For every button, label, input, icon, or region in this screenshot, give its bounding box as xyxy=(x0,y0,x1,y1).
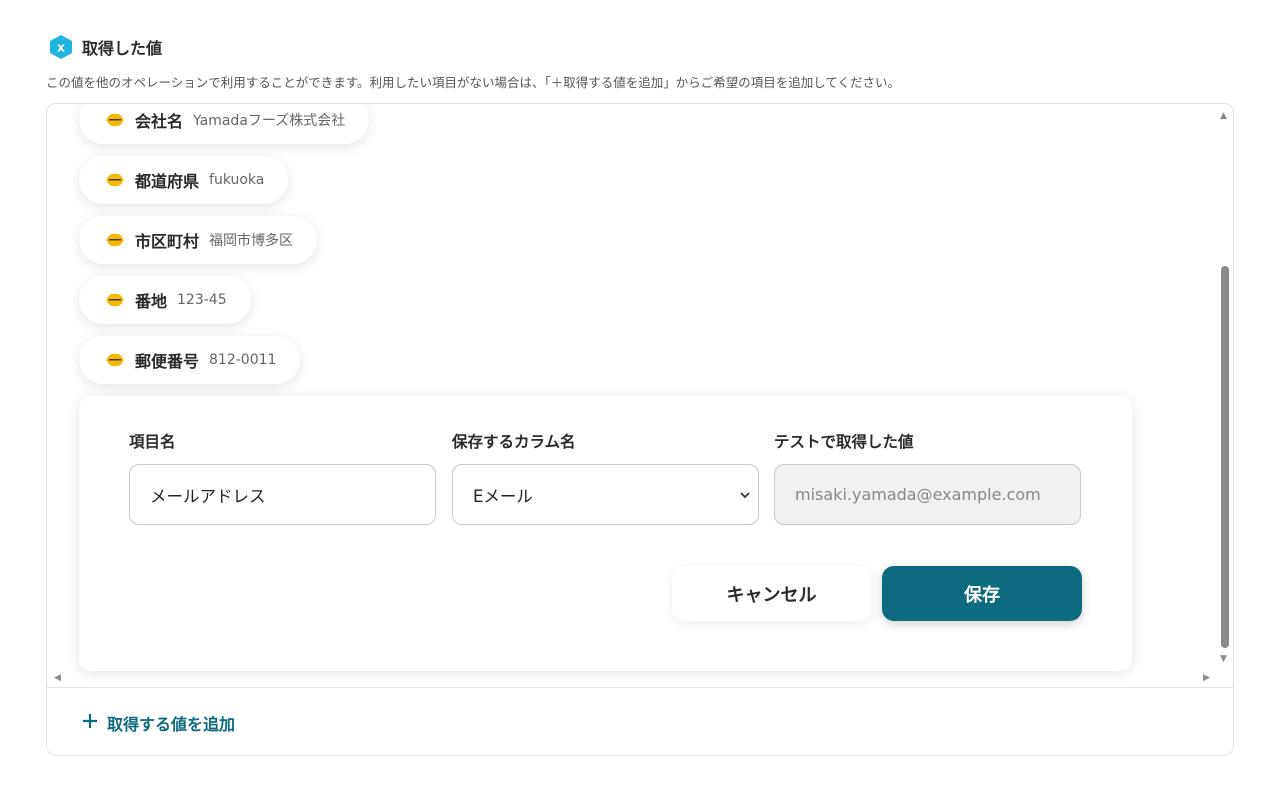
scroll-right-arrow-icon[interactable]: ▶ xyxy=(1203,674,1210,683)
scroll-left-arrow-icon[interactable]: ◀ xyxy=(54,674,61,683)
add-value-label: 取得する値を追加 xyxy=(107,715,236,734)
value-chip-value: 812-0011 xyxy=(209,352,277,368)
column-name-select[interactable]: Eメール xyxy=(452,464,759,525)
panel-footer: 取得する値を追加 xyxy=(47,687,1233,755)
value-chip-value: Yamadaフーズ株式会社 xyxy=(193,113,346,129)
vertical-scrollbar-thumb[interactable] xyxy=(1221,266,1229,648)
values-scroll-area[interactable]: 会社名 Yamadaフーズ株式会社 都道府県 fukuoka 市区町村 福岡市博… xyxy=(47,104,1233,687)
value-chip[interactable]: 会社名 Yamadaフーズ株式会社 xyxy=(79,104,370,144)
kintone-logo-icon xyxy=(105,233,125,247)
kintone-logo-icon xyxy=(105,293,125,307)
value-chip[interactable]: 都道府県 fukuoka xyxy=(79,156,289,204)
kintone-logo-icon xyxy=(105,113,125,127)
section-title: 取得した値 xyxy=(82,39,163,58)
value-chip[interactable]: 番地 123-45 xyxy=(79,276,251,324)
add-value-button[interactable]: 取得する値を追加 xyxy=(81,711,235,735)
item-name-label: 項目名 xyxy=(129,433,176,451)
item-edit-form: 項目名 メールアドレス 保存するカラム名 Eメール テストで取得した値 misa… xyxy=(79,396,1132,671)
kintone-logo-icon xyxy=(105,173,125,187)
chevron-down-icon xyxy=(738,487,752,506)
value-chip[interactable]: 郵便番号 812-0011 xyxy=(79,336,301,384)
variable-x-icon: x xyxy=(48,34,74,60)
value-chip-name: 市区町村 xyxy=(135,232,200,251)
scroll-up-arrow-icon[interactable]: ▲ xyxy=(1220,112,1227,121)
column-name-label: 保存するカラム名 xyxy=(452,433,576,451)
svg-text:x: x xyxy=(57,41,65,55)
value-chip-value: fukuoka xyxy=(209,172,265,188)
plus-icon xyxy=(81,712,99,734)
value-chip-value: 123-45 xyxy=(177,292,227,308)
section-header: x 取得した値 xyxy=(48,34,162,60)
test-value-label: テストで取得した値 xyxy=(774,433,914,451)
values-panel: 会社名 Yamadaフーズ株式会社 都道府県 fukuoka 市区町村 福岡市博… xyxy=(46,103,1234,756)
value-chip[interactable]: 市区町村 福岡市博多区 xyxy=(79,216,318,264)
save-button[interactable]: 保存 xyxy=(882,566,1082,621)
value-chip-name: 会社名 xyxy=(135,112,184,131)
cancel-button[interactable]: キャンセル xyxy=(672,566,871,621)
column-name-value: Eメール xyxy=(473,486,533,506)
test-value: misaki.yamada@example.com xyxy=(795,485,1041,504)
kintone-logo-icon xyxy=(105,353,125,367)
item-name-input[interactable]: メールアドレス xyxy=(129,464,436,525)
test-value-field: misaki.yamada@example.com xyxy=(774,464,1081,525)
value-chip-name: 番地 xyxy=(135,292,168,311)
value-chip-value: 福岡市博多区 xyxy=(209,233,294,249)
value-chip-name: 郵便番号 xyxy=(135,352,200,371)
item-name-value: メールアドレス xyxy=(150,486,266,506)
value-chip-name: 都道府県 xyxy=(135,172,200,191)
section-description: この値を他のオペレーションで利用することができます。利用したい項目がない場合は、… xyxy=(46,75,901,90)
scroll-down-arrow-icon[interactable]: ▼ xyxy=(1220,655,1227,664)
